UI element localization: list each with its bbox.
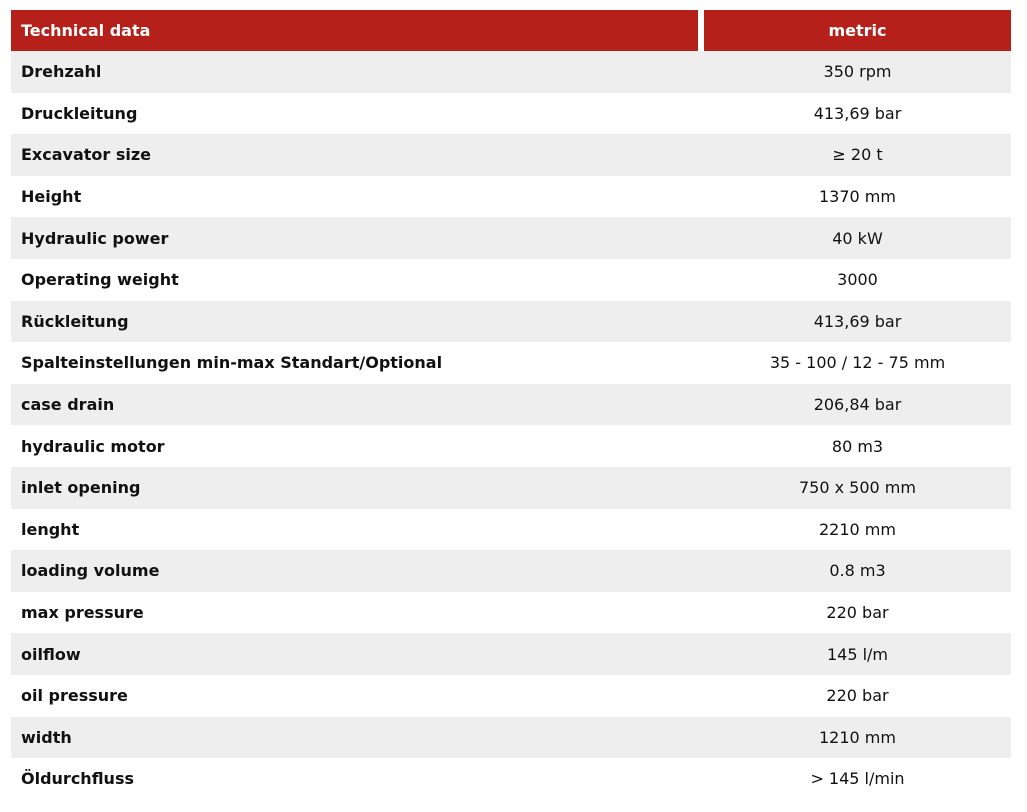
row-label: width — [21, 727, 72, 747]
table-row: inlet opening 750 x 500 mm — [11, 466, 1011, 509]
table-row: Operating weight 3000 — [11, 259, 1011, 301]
row-label: case drain — [21, 395, 115, 415]
table-header-row: Technical data metric — [11, 10, 1011, 51]
table-row: Height 1370 mm — [11, 176, 1011, 218]
page: Technical data metric Drehzahl 350 rpm D… — [0, 0, 1027, 812]
row-value: 350 rpm — [823, 62, 892, 82]
row-label: Operating weight — [21, 270, 179, 290]
table-row: Excavator size ≥ 20 t — [11, 134, 1011, 176]
table-row: Drehzahl 350 rpm — [11, 51, 1011, 93]
row-value: > 145 l/min — [810, 769, 905, 789]
table-row: Rückleitung 413,69 bar — [11, 300, 1011, 343]
table-row: Hydraulic power 40 kW — [11, 217, 1011, 259]
row-value: 2210 mm — [819, 519, 896, 539]
header-metric: metric — [704, 10, 1011, 51]
table-row: Öldurchfluss > 145 l/min — [11, 758, 1011, 800]
row-value: 145 l/m — [826, 644, 889, 664]
table-row: loading volume 0.8 m3 — [11, 550, 1011, 592]
header-technical-data: Technical data — [11, 10, 698, 51]
row-label: loading volume — [21, 561, 160, 581]
table-row: oil pressure 220 bar — [11, 675, 1011, 717]
row-value: 3000 — [837, 270, 878, 290]
row-value: 1370 mm — [819, 187, 896, 207]
row-value: 40 kW — [832, 228, 883, 248]
technical-data-table: Technical data metric Drehzahl 350 rpm D… — [11, 10, 1011, 800]
row-label: Rückleitung — [21, 311, 129, 331]
table-row: Spalteinstellungen min-max Standart/Opti… — [11, 342, 1011, 384]
row-value: 35 - 100 / 12 - 75 mm — [769, 353, 946, 373]
row-label: Drehzahl — [21, 62, 102, 82]
row-label: Height — [21, 187, 82, 207]
row-value: 220 bar — [826, 603, 889, 623]
table-row: max pressure 220 bar — [11, 592, 1011, 634]
row-label: oilflow — [21, 644, 81, 664]
row-value: 80 m3 — [831, 436, 884, 456]
row-label: inlet opening — [21, 478, 141, 498]
row-value: 413,69 bar — [813, 311, 902, 331]
row-label: Druckleitung — [21, 103, 138, 123]
table-row: lenght 2210 mm — [11, 509, 1011, 551]
row-label: oil pressure — [21, 686, 128, 706]
row-label: Excavator size — [21, 145, 152, 165]
table-row: width 1210 mm — [11, 716, 1011, 759]
table-row: Druckleitung 413,69 bar — [11, 93, 1011, 135]
row-value: 413,69 bar — [813, 103, 902, 123]
row-value: 1210 mm — [819, 727, 896, 747]
row-value: 206,84 bar — [813, 395, 902, 415]
row-label: lenght — [21, 519, 80, 539]
row-label: Öldurchfluss — [21, 769, 134, 789]
table-row: case drain 206,84 bar — [11, 383, 1011, 426]
row-value: ≥ 20 t — [832, 145, 883, 165]
row-label: max pressure — [21, 603, 144, 623]
table-row: hydraulic motor 80 m3 — [11, 425, 1011, 467]
row-value: 220 bar — [826, 686, 889, 706]
row-label: hydraulic motor — [21, 436, 165, 456]
table-row: oilflow 145 l/m — [11, 633, 1011, 675]
row-value: 750 x 500 mm — [799, 478, 916, 498]
row-label: Hydraulic power — [21, 228, 169, 248]
row-value: 0.8 m3 — [829, 561, 886, 581]
row-label: Spalteinstellungen min-max Standart/Opti… — [21, 353, 443, 373]
